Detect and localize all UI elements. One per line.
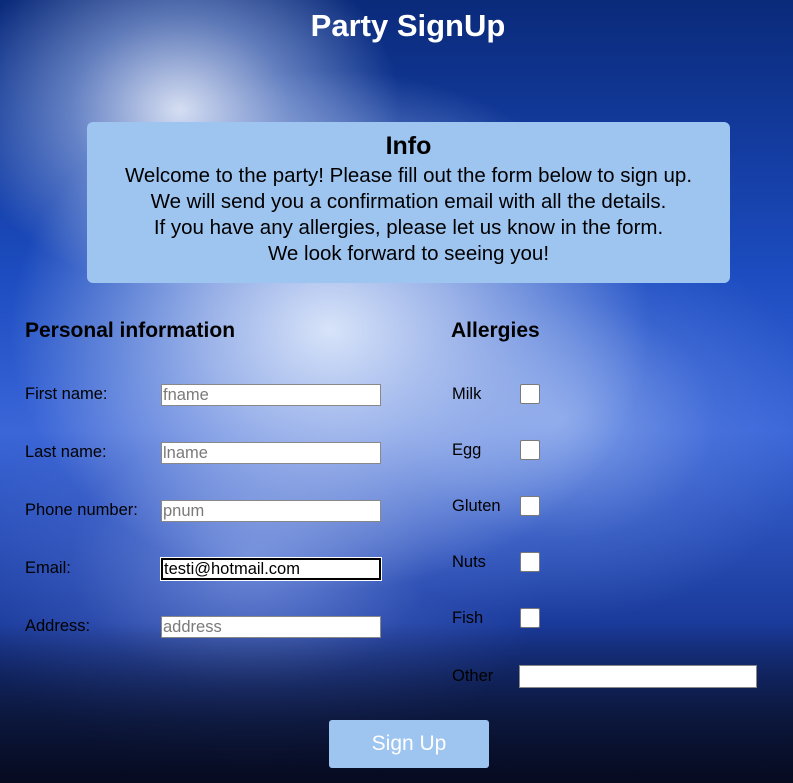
email-input[interactable] [161, 558, 381, 580]
nuts-checkbox[interactable] [520, 552, 540, 572]
address-label: Address: [25, 617, 91, 635]
fish-label: Fish [452, 609, 484, 627]
address-input[interactable] [161, 616, 381, 638]
info-line: If you have any allergies, please let us… [153, 216, 664, 239]
milk-checkbox[interactable] [520, 384, 540, 404]
other-allergy-input[interactable] [519, 665, 757, 688]
info-line: We will send you a confirmation email wi… [150, 190, 667, 213]
info-box: Info Welcome to the party! Please fill o… [87, 122, 730, 283]
sign-up-button[interactable]: Sign Up [329, 720, 489, 768]
last-name-input[interactable] [161, 442, 381, 464]
egg-checkbox[interactable] [520, 440, 540, 460]
egg-label: Egg [452, 441, 482, 459]
info-line: Welcome to the party! Please fill out th… [124, 164, 693, 187]
phone-number-label: Phone number: [25, 501, 138, 519]
allergies-heading: Allergies [451, 319, 540, 342]
milk-label: Milk [452, 385, 482, 403]
personal-info-heading: Personal information [25, 319, 236, 342]
page-title: Party SignUp [310, 8, 506, 43]
other-allergy-label: Other [452, 667, 494, 685]
info-line: We look forward to seeing you! [267, 242, 550, 265]
last-name-label: Last name: [25, 443, 107, 461]
gluten-label: Gluten [452, 497, 501, 515]
first-name-input[interactable] [161, 384, 381, 406]
first-name-label: First name: [25, 385, 108, 403]
fish-checkbox[interactable] [520, 608, 540, 628]
phone-number-input[interactable] [161, 500, 381, 522]
nuts-label: Nuts [452, 553, 486, 571]
info-title: Info [385, 132, 432, 160]
gluten-checkbox[interactable] [520, 496, 540, 516]
email-label: Email: [25, 559, 71, 577]
